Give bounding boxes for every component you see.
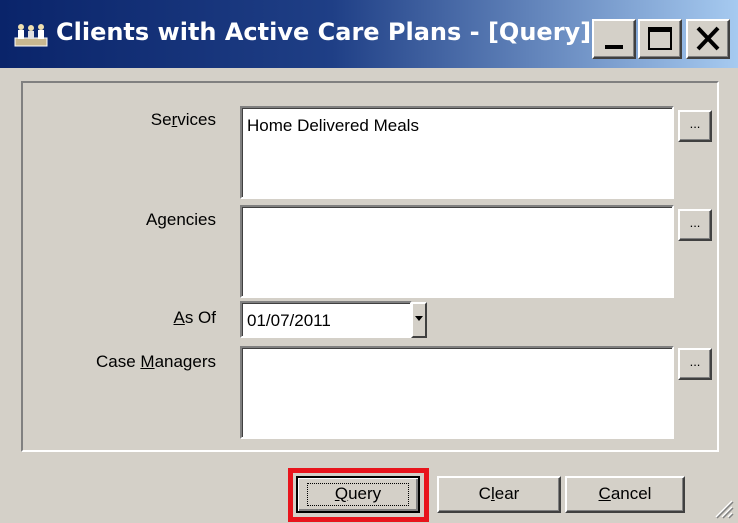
minimize-icon bbox=[605, 45, 623, 49]
query-button[interactable]: Query bbox=[296, 476, 420, 513]
title-bar[interactable]: Clients with Active Care Plans - [Query] bbox=[0, 0, 738, 68]
case-managers-label: Case Managers bbox=[95, 352, 216, 371]
query-dialog-window: Clients with Active Care Plans - [Query]… bbox=[0, 0, 738, 523]
case-managers-listbox[interactable] bbox=[240, 346, 674, 439]
clear-button[interactable]: Clear bbox=[437, 476, 561, 513]
services-listbox[interactable]: Home Delivered Meals bbox=[240, 106, 674, 199]
case-managers-browse-button[interactable]: ... bbox=[678, 348, 712, 380]
resize-grip-icon[interactable] bbox=[712, 497, 734, 519]
window-title: Clients with Active Care Plans - [Query] bbox=[56, 18, 592, 46]
maximize-icon bbox=[648, 27, 672, 50]
close-icon bbox=[696, 26, 720, 51]
as-of-date-input[interactable]: 01/07/2011 bbox=[240, 301, 412, 338]
agencies-browse-button[interactable]: ... bbox=[678, 209, 712, 241]
chevron-down-icon bbox=[415, 316, 423, 321]
focus-rectangle bbox=[307, 483, 409, 506]
agencies-label: Agencies bbox=[146, 210, 216, 229]
as-of-label: As Of bbox=[173, 308, 216, 327]
as-of-value[interactable]: 01/07/2011 bbox=[247, 311, 331, 330]
services-value[interactable]: Home Delivered Meals bbox=[247, 116, 419, 135]
as-of-dropdown-button[interactable] bbox=[411, 302, 427, 338]
cancel-button[interactable]: Cancel bbox=[565, 476, 685, 513]
services-browse-button[interactable]: ... bbox=[678, 110, 712, 142]
app-people-icon bbox=[14, 24, 48, 47]
services-label: Services bbox=[150, 110, 216, 129]
minimize-button[interactable] bbox=[592, 19, 636, 59]
close-button[interactable] bbox=[686, 19, 730, 59]
maximize-button[interactable] bbox=[638, 19, 682, 59]
agencies-listbox[interactable] bbox=[240, 205, 674, 298]
